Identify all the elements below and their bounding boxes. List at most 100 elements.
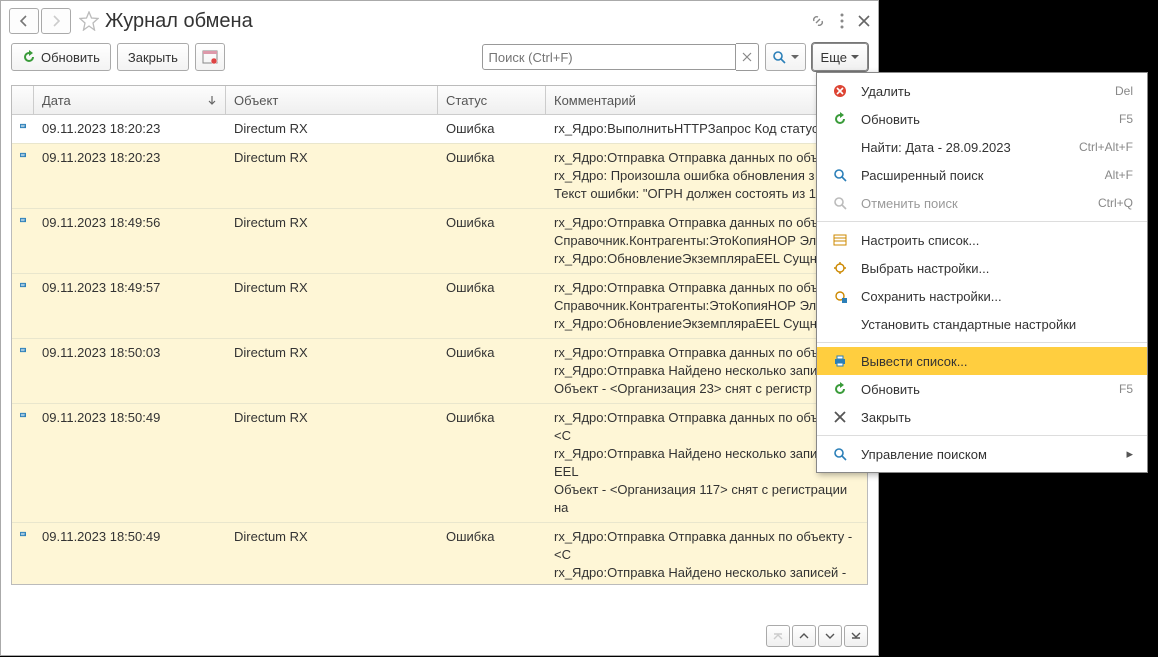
- col-date[interactable]: Дата: [34, 86, 226, 114]
- col-icon[interactable]: [12, 86, 34, 114]
- menu-item: Отменить поиск Ctrl+Q: [817, 189, 1147, 217]
- row-type-icon: [12, 404, 34, 522]
- cell-date: 09.11.2023 18:50:03: [34, 339, 226, 403]
- cell-status: Ошибка: [438, 274, 546, 338]
- menu-item-shortcut: Alt+F: [1105, 168, 1133, 182]
- print-icon: [831, 354, 849, 368]
- refresh-icon: [22, 50, 36, 64]
- link-icon[interactable]: [810, 13, 826, 29]
- close-button[interactable]: Закрыть: [117, 43, 189, 71]
- col-object[interactable]: Объект: [226, 86, 438, 114]
- cell-date: 09.11.2023 18:49:56: [34, 209, 226, 273]
- menu-item-shortcut: Ctrl+Q: [1098, 196, 1133, 210]
- settings-pick-icon: [831, 261, 849, 275]
- menu-item-label: Установить стандартные настройки: [861, 317, 1133, 332]
- refresh-button[interactable]: Обновить: [11, 43, 111, 71]
- more-button[interactable]: Еще: [812, 43, 868, 71]
- cell-date: 09.11.2023 18:20:23: [34, 115, 226, 143]
- cell-status: Ошибка: [438, 339, 546, 403]
- menu-item[interactable]: Найти: Дата - 28.09.2023 Ctrl+Alt+F: [817, 133, 1147, 161]
- menu-item-label: Обновить: [861, 112, 1107, 127]
- cell-object: Directum RX: [226, 339, 438, 403]
- menu-item[interactable]: Закрыть: [817, 403, 1147, 431]
- cell-date: 09.11.2023 18:20:23: [34, 144, 226, 208]
- table-row[interactable]: 09.11.2023 18:20:23Directum RXОшибкаrx_Я…: [12, 144, 867, 209]
- nav-back-button[interactable]: [9, 8, 39, 34]
- cell-status: Ошибка: [438, 115, 546, 143]
- cell-status: Ошибка: [438, 209, 546, 273]
- cell-object: Directum RX: [226, 209, 438, 273]
- row-type-icon: [12, 144, 34, 208]
- dropdown-caret-icon: [851, 55, 859, 60]
- scroll-top-button[interactable]: [766, 625, 790, 647]
- dropdown-caret-icon: [791, 55, 799, 60]
- favorite-star-icon[interactable]: [79, 11, 99, 31]
- menu-item-label: Найти: Дата - 28.09.2023: [861, 140, 1067, 155]
- menu-item-label: Закрыть: [861, 410, 1133, 425]
- table-row[interactable]: 09.11.2023 18:49:56Directum RXОшибкаrx_Я…: [12, 209, 867, 274]
- cell-object: Directum RX: [226, 523, 438, 585]
- menu-item-label: Отменить поиск: [861, 196, 1086, 211]
- cell-date: 09.11.2023 18:50:49: [34, 523, 226, 585]
- cell-status: Ошибка: [438, 144, 546, 208]
- kebab-menu-icon[interactable]: [840, 13, 844, 29]
- cell-object: Directum RX: [226, 115, 438, 143]
- row-type-icon: [12, 274, 34, 338]
- search-adv-icon: [831, 168, 849, 182]
- table-row[interactable]: 09.11.2023 18:50:03Directum RXОшибкаrx_Я…: [12, 339, 867, 404]
- menu-item[interactable]: Управление поиском▸: [817, 440, 1147, 468]
- menu-item-label: Настроить список...: [861, 233, 1133, 248]
- cell-object: Directum RX: [226, 144, 438, 208]
- menu-item[interactable]: Выбрать настройки...: [817, 254, 1147, 282]
- row-type-icon: [12, 523, 34, 585]
- menu-item[interactable]: УдалитьDel: [817, 77, 1147, 105]
- cell-date: 09.11.2023 18:49:57: [34, 274, 226, 338]
- table-row[interactable]: 09.11.2023 18:50:49Directum RXОшибкаrx_Я…: [12, 404, 867, 523]
- row-type-icon: [12, 115, 34, 143]
- cell-object: Directum RX: [226, 274, 438, 338]
- close-icon: [831, 411, 849, 423]
- table-row[interactable]: 09.11.2023 18:50:49Directum RXОшибкаrx_Я…: [12, 523, 867, 585]
- cell-object: Directum RX: [226, 404, 438, 522]
- more-label: Еще: [821, 50, 847, 65]
- page-title: Журнал обмена: [105, 10, 253, 33]
- menu-item[interactable]: Обновить F5: [817, 105, 1147, 133]
- search-icon: [831, 447, 849, 461]
- cell-date: 09.11.2023 18:50:49: [34, 404, 226, 522]
- menu-item[interactable]: Сохранить настройки...: [817, 282, 1147, 310]
- table-row[interactable]: 09.11.2023 18:20:23Directum RXОшибкаrx_Я…: [12, 115, 867, 144]
- scroll-up-button[interactable]: [792, 625, 816, 647]
- menu-item[interactable]: Вывести список...: [817, 347, 1147, 375]
- list-cfg-icon: [831, 233, 849, 247]
- search-button[interactable]: [765, 43, 806, 71]
- refresh-label: Обновить: [41, 50, 100, 65]
- settings-save-icon: [831, 289, 849, 303]
- data-grid: Дата Объект Статус Комментарий 09.11.202…: [11, 85, 868, 585]
- refresh-icon: [831, 112, 849, 126]
- menu-item[interactable]: ОбновитьF5: [817, 375, 1147, 403]
- scroll-bottom-button[interactable]: [844, 625, 868, 647]
- menu-item-label: Вывести список...: [861, 354, 1133, 369]
- search-clear-button[interactable]: [736, 43, 759, 71]
- col-status[interactable]: Статус: [438, 86, 546, 114]
- cell-comment: rx_Ядро:Отправка Отправка данных по объе…: [546, 523, 867, 585]
- cell-status: Ошибка: [438, 404, 546, 522]
- menu-item-shortcut: Ctrl+Alt+F: [1079, 140, 1133, 154]
- menu-item[interactable]: Настроить список...: [817, 226, 1147, 254]
- nav-forward-button[interactable]: [41, 8, 71, 34]
- menu-item-shortcut: F5: [1119, 382, 1133, 396]
- delete-icon: [831, 84, 849, 98]
- search-cancel-icon: [831, 196, 849, 210]
- menu-item[interactable]: Установить стандартные настройки: [817, 310, 1147, 338]
- menu-item-label: Удалить: [861, 84, 1103, 99]
- search-input[interactable]: [482, 44, 736, 70]
- scroll-down-button[interactable]: [818, 625, 842, 647]
- period-button[interactable]: [195, 43, 225, 71]
- row-type-icon: [12, 209, 34, 273]
- menu-item-shortcut: F5: [1119, 112, 1133, 126]
- menu-item[interactable]: Расширенный поискAlt+F: [817, 161, 1147, 189]
- close-icon[interactable]: [858, 15, 870, 27]
- table-row[interactable]: 09.11.2023 18:49:57Directum RXОшибкаrx_Я…: [12, 274, 867, 339]
- sort-desc-icon: [207, 95, 217, 105]
- search-icon: [772, 50, 786, 64]
